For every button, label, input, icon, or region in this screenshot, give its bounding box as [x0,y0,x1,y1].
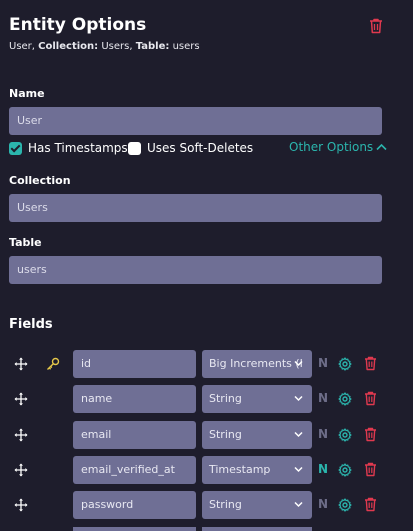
name-input[interactable]: User [9,107,382,135]
entity-subtitle: User, Collection: Users, Table: users [9,41,200,52]
partial-field-type [202,527,312,531]
other-options-toggle[interactable]: Other Options [289,140,387,154]
chevron-down-icon [294,466,303,473]
trash-icon[interactable] [364,427,377,442]
field-name-input[interactable]: password [73,491,196,519]
nullable-toggle[interactable]: N [318,462,328,476]
has-timestamps-label: Has Timestamps [28,141,128,155]
field-name-input[interactable]: email [73,421,196,449]
subtitle-collection-value: Users, [101,41,133,52]
soft-deletes-label: Uses Soft-Deletes [147,141,254,155]
field-type-value: Timestamp [209,463,271,476]
field-row: password String N [0,491,413,519]
table-input[interactable]: users [9,256,382,284]
chevron-down-icon [294,431,303,438]
move-icon[interactable] [14,463,28,477]
gear-icon[interactable] [338,463,352,477]
field-type-value: String [209,428,242,441]
nullable-toggle[interactable]: N [318,497,328,511]
entity-title: Entity Options [9,15,147,35]
move-icon[interactable] [14,428,28,442]
subtitle-table-value: users [172,41,200,52]
trash-icon[interactable] [364,356,377,371]
field-type-value: String [209,392,242,405]
field-row: id Big Increments (I N [0,350,413,378]
gear-icon[interactable] [338,498,352,512]
subtitle-collection-label: Collection: [38,41,99,52]
subtitle-table-label: Table: [135,41,170,52]
gear-icon[interactable] [338,428,352,442]
name-label: Name [9,87,45,100]
field-type-value: String [209,498,242,511]
field-row: email_verified_at Timestamp N [0,456,413,484]
chevron-up-icon [376,143,387,151]
field-type-select[interactable]: String [202,421,312,449]
field-name-input[interactable]: name [73,385,196,413]
field-type-select[interactable]: Timestamp [202,456,312,484]
nullable-toggle[interactable]: N [318,356,328,370]
move-icon[interactable] [14,392,28,406]
partial-field-name [73,527,196,531]
move-icon[interactable] [14,498,28,512]
field-type-select[interactable]: String [202,385,312,413]
soft-deletes-checkbox-row[interactable]: Uses Soft-Deletes [128,140,253,156]
trash-icon[interactable] [364,497,377,512]
collection-input[interactable]: Users [9,194,382,222]
chevron-down-icon [294,501,303,508]
field-row: name String N [0,385,413,413]
trash-icon[interactable] [364,391,377,406]
gear-icon[interactable] [338,392,352,406]
field-row: email String N [0,421,413,449]
gear-icon[interactable] [338,357,352,371]
nullable-toggle[interactable]: N [318,427,328,441]
field-name-input[interactable]: id [73,350,196,378]
has-timestamps-checkbox[interactable] [9,141,22,155]
chevron-down-icon [294,395,303,402]
field-type-select[interactable]: String [202,491,312,519]
field-name-input[interactable]: email_verified_at [73,456,196,484]
soft-deletes-checkbox[interactable] [128,141,141,155]
has-timestamps-checkbox-row[interactable]: Has Timestamps [9,140,128,156]
trash-icon[interactable] [364,462,377,477]
nullable-toggle[interactable]: N [318,391,328,405]
other-options-label: Other Options [289,140,374,154]
move-icon[interactable] [14,357,28,371]
collection-label: Collection [9,174,71,187]
subtitle-entity-name: User, [9,41,35,52]
fields-title: Fields [9,317,53,332]
field-type-select[interactable]: Big Increments (I [202,350,312,378]
field-type-value: Big Increments (I [209,357,303,370]
delete-entity-trash-icon[interactable] [369,18,383,34]
table-label: Table [9,236,42,249]
chevron-down-icon [294,360,303,367]
key-icon [47,357,60,370]
